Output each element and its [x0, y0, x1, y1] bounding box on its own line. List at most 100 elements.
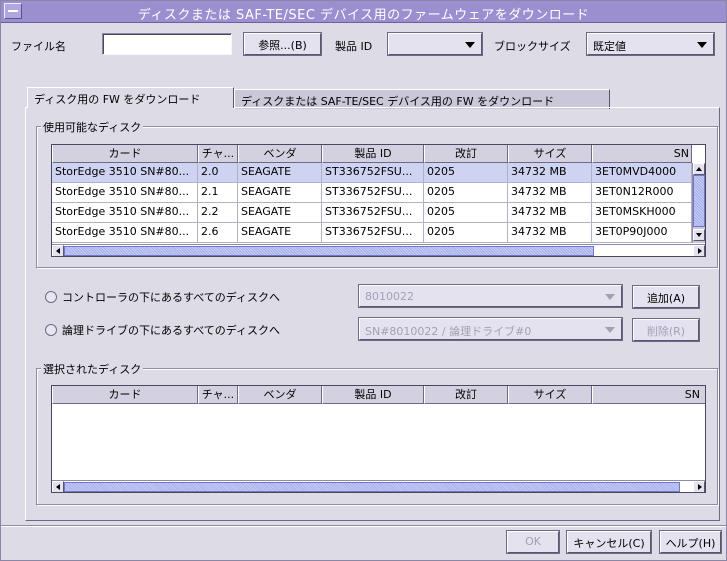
table-cell: 2.6 [198, 223, 238, 243]
chevron-down-icon [605, 327, 615, 333]
table-cell: StorEdge 3510 SN#80... [52, 223, 198, 243]
table-cell: StorEdge 3510 SN#80... [52, 163, 198, 183]
selected-disks-title: 選択されたディスク [41, 361, 144, 377]
col-header-card[interactable]: カード [52, 145, 198, 163]
block-size-dropdown[interactable]: 既定値 [587, 33, 714, 55]
table-cell: 34732 MB [508, 223, 592, 243]
chevron-down-icon [697, 42, 707, 48]
table-cell: 0205 [424, 163, 508, 183]
available-disks-title: 使用可能なディスク [41, 119, 144, 135]
table-cell: 34732 MB [508, 203, 592, 223]
arrow-down-icon [696, 233, 702, 237]
col-header-product-id[interactable]: 製品 ID [322, 386, 424, 404]
table-cell: 2.2 [198, 203, 238, 223]
horizontal-scrollbar[interactable] [52, 244, 705, 256]
table-cell: 0205 [424, 183, 508, 203]
available-disks-table[interactable]: カード チャ... ベンダ 製品 ID 改訂 サイズ SN StorEdge 3… [51, 144, 706, 257]
browse-button[interactable]: 参照...(B) [244, 33, 321, 55]
table-cell: ST336752FSU... [322, 223, 424, 243]
remove-button[interactable]: 削除(R) [633, 319, 699, 341]
col-header-channel[interactable]: チャ... [198, 386, 238, 404]
col-header-product-id[interactable]: 製品 ID [322, 145, 424, 163]
table-cell: SEAGATE [238, 183, 322, 203]
col-header-revision[interactable]: 改訂 [424, 386, 508, 404]
table-cell: ST336752FSU... [322, 203, 424, 223]
table-cell: 2.0 [198, 163, 238, 183]
table-cell: SEAGATE [238, 163, 322, 183]
table-cell: ST336752FSU... [322, 183, 424, 203]
help-button-label: ヘルプ(H) [665, 537, 716, 550]
table-cell: 3ET0P90J000 [592, 223, 692, 243]
arrow-left-icon [56, 484, 60, 490]
col-header-channel[interactable]: チャ... [198, 145, 238, 163]
block-size-label: ブロックサイズ [494, 40, 571, 53]
arrow-up-icon [696, 167, 702, 171]
vertical-scrollbar[interactable] [692, 163, 705, 243]
logical-drive-value: SN#8010022 / 論理ドライブ#0 [365, 325, 532, 338]
ok-button[interactable]: OK [507, 531, 559, 553]
col-header-size[interactable]: サイズ [508, 386, 592, 404]
tab-disk-fw-label: ディスク用の FW をダウンロード [34, 93, 201, 106]
table-cell: StorEdge 3510 SN#80... [52, 183, 198, 203]
col-header-sn[interactable]: SN [592, 145, 692, 163]
logical-drive-dropdown[interactable]: SN#8010022 / 論理ドライブ#0 [359, 318, 622, 340]
cancel-button-label: キャンセル(C) [573, 537, 645, 550]
arrow-left-icon [56, 248, 60, 254]
scroll-right-button[interactable] [693, 245, 705, 256]
cancel-button[interactable]: キャンセル(C) [567, 531, 651, 553]
table-cell: 34732 MB [508, 183, 592, 203]
file-name-label: ファイル名 [11, 40, 66, 53]
col-header-card[interactable]: カード [52, 386, 198, 404]
title-bar[interactable]: ディスクまたは SAF-TE/SEC デバイス用のファームウェアをダウンロード [1, 1, 726, 23]
table-cell: ST336752FSU... [322, 163, 424, 183]
table-cell: 0205 [424, 223, 508, 243]
col-header-sn[interactable]: SN [592, 386, 705, 404]
dialog-window: ディスクまたは SAF-TE/SEC デバイス用のファームウェアをダウンロード … [0, 0, 727, 561]
arrow-right-icon [698, 484, 702, 490]
table-cell: 2.1 [198, 183, 238, 203]
scroll-down-button[interactable] [693, 229, 705, 241]
radio-logical-drive[interactable] [45, 324, 57, 336]
table-cell: 34732 MB [508, 163, 592, 183]
add-button[interactable]: 追加(A) [633, 286, 699, 308]
chevron-down-icon [605, 294, 615, 300]
controller-dropdown[interactable]: 8010022 [359, 285, 622, 307]
product-id-label: 製品 ID [335, 40, 373, 53]
radio-controller[interactable] [45, 291, 57, 303]
table-cell: SEAGATE [238, 203, 322, 223]
radio-controller-label[interactable]: コントローラの下にあるすべてのディスクへ [62, 289, 280, 305]
product-id-dropdown[interactable] [388, 33, 482, 55]
scroll-right-button[interactable] [693, 481, 705, 492]
table-cell: StorEdge 3510 SN#80... [52, 203, 198, 223]
col-header-vendor[interactable]: ベンダ [238, 386, 322, 404]
table-cell: 3ET0MVD4000 [592, 163, 692, 183]
window-title: ディスクまたは SAF-TE/SEC デバイス用のファームウェアをダウンロード [137, 8, 590, 23]
col-header-vendor[interactable]: ベンダ [238, 145, 322, 163]
selected-disks-table[interactable]: カード チャ... ベンダ 製品 ID 改訂 サイズ SN [51, 385, 706, 493]
table-cell: SEAGATE [238, 223, 322, 243]
controller-value: 8010022 [365, 290, 414, 303]
help-button[interactable]: ヘルプ(H) [660, 531, 721, 553]
block-size-value: 既定値 [593, 40, 626, 53]
scroll-left-button[interactable] [52, 245, 64, 256]
scroll-left-button[interactable] [52, 481, 64, 492]
ok-button-label: OK [525, 535, 541, 548]
tab-disk-fw[interactable]: ディスク用の FW をダウンロード [27, 87, 234, 108]
col-header-revision[interactable]: 改訂 [424, 145, 508, 163]
file-name-field[interactable] [102, 33, 232, 55]
chevron-down-icon [465, 42, 475, 48]
scroll-up-button[interactable] [693, 163, 705, 175]
browse-button-label: 参照...(B) [258, 39, 307, 52]
tab-disk-or-saf-te-fw[interactable]: ディスクまたは SAF-TE/SEC デバイス用の FW をダウンロード [234, 89, 610, 109]
vertical-scroll-thumb[interactable] [693, 175, 705, 227]
horizontal-scroll-thumb[interactable] [64, 482, 680, 492]
horizontal-scroll-thumb[interactable] [64, 246, 594, 256]
table-cell: 3ET0N12R000 [592, 183, 692, 203]
add-button-label: 追加(A) [646, 292, 686, 305]
remove-button-label: 削除(R) [646, 325, 686, 338]
col-header-size[interactable]: サイズ [508, 145, 592, 163]
radio-logical-drive-label[interactable]: 論理ドライブの下にあるすべてのディスクへ [62, 322, 280, 338]
horizontal-scrollbar[interactable] [52, 480, 705, 492]
footer-divider [1, 525, 726, 527]
table-cell: 0205 [424, 203, 508, 223]
